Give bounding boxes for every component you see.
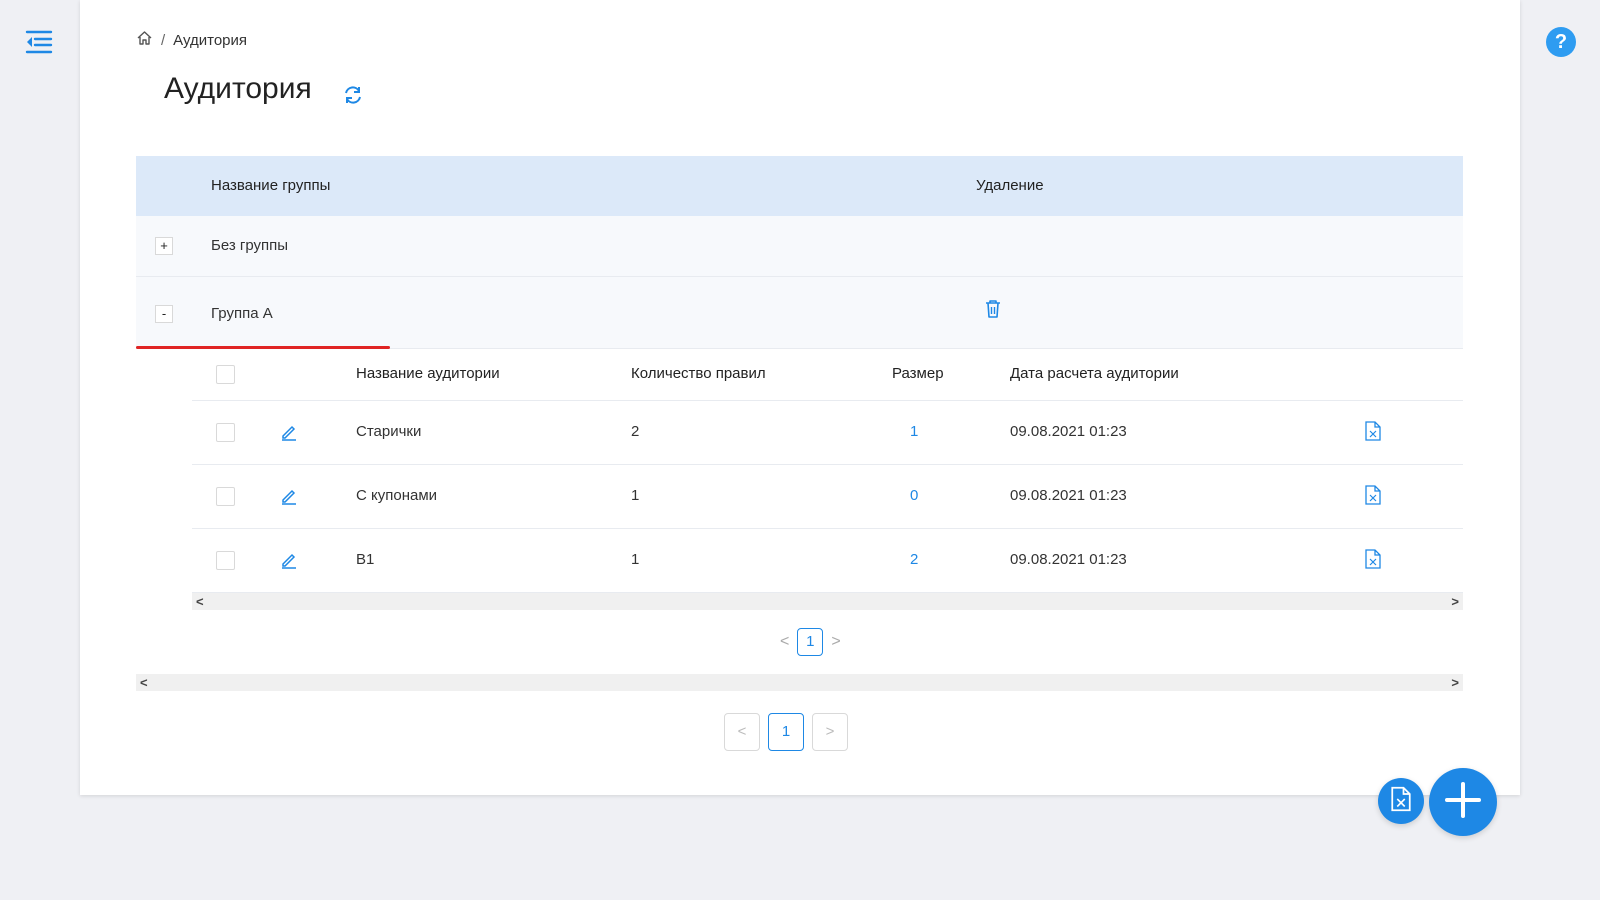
inner-page-1[interactable]: 1	[797, 628, 824, 656]
audiences-table: Название аудитории Количество правил Раз…	[192, 349, 1463, 672]
rules-count: 1	[631, 487, 640, 504]
scroll-right-arrow[interactable]: >	[1451, 674, 1459, 691]
header-calc-date: Дата расчета аудитории	[1010, 365, 1179, 382]
row-checkbox[interactable]	[216, 423, 235, 442]
group-name: Без группы	[211, 237, 289, 254]
rules-count: 1	[631, 551, 640, 568]
size-link[interactable]: 0	[910, 487, 918, 504]
edit-icon[interactable]	[280, 551, 298, 569]
refresh-icon[interactable]	[342, 84, 364, 106]
outer-horizontal-scrollbar[interactable]: < >	[136, 674, 1463, 691]
breadcrumb-separator: /	[161, 31, 166, 49]
groups-table-header: Название группы Удаление	[136, 156, 1463, 216]
rules-count: 2	[631, 423, 640, 440]
excel-file-icon[interactable]	[1365, 549, 1381, 569]
audience-name: Старички	[356, 423, 422, 440]
plus-icon	[1445, 781, 1481, 823]
edit-icon[interactable]	[280, 423, 298, 441]
outer-page-1[interactable]: 1	[768, 713, 804, 751]
header-group-name: Название группы	[211, 177, 331, 194]
main-card: / Аудитория Аудитория Название группы Уд…	[80, 0, 1520, 795]
collapse-button[interactable]: -	[155, 305, 173, 323]
inner-prev-page[interactable]: <	[780, 633, 789, 651]
calc-date: 09.08.2021 01:23	[1010, 423, 1127, 440]
select-all-checkbox[interactable]	[216, 365, 235, 384]
excel-file-icon	[1391, 786, 1411, 817]
breadcrumb-current: Аудитория	[173, 31, 248, 49]
excel-file-icon[interactable]	[1365, 485, 1381, 505]
inner-horizontal-scrollbar[interactable]: < >	[192, 593, 1463, 610]
audiences-table-header: Название аудитории Количество правил Раз…	[192, 349, 1463, 401]
group-row: + Без группы	[136, 216, 1463, 277]
expand-button[interactable]: +	[155, 237, 173, 255]
scroll-left-arrow[interactable]: <	[140, 674, 148, 691]
calc-date: 09.08.2021 01:23	[1010, 487, 1127, 504]
header-audience-name: Название аудитории	[356, 365, 500, 382]
header-delete: Удаление	[976, 177, 1044, 194]
export-excel-button[interactable]	[1378, 778, 1424, 824]
header-size: Размер	[892, 365, 944, 382]
groups-table: Название группы Удаление + Без группы - …	[136, 156, 1463, 691]
row-checkbox[interactable]	[216, 487, 235, 506]
outer-prev-page[interactable]: <	[724, 713, 760, 751]
trash-icon[interactable]	[984, 299, 1002, 319]
calc-date: 09.08.2021 01:23	[1010, 551, 1127, 568]
inner-next-page[interactable]: >	[831, 633, 840, 651]
row-checkbox[interactable]	[216, 551, 235, 570]
inner-pagination: < 1 >	[192, 610, 1463, 672]
audience-name: С купонами	[356, 487, 438, 504]
scroll-left-arrow[interactable]: <	[196, 593, 204, 610]
outer-next-page[interactable]: >	[812, 713, 848, 751]
group-name: Группа А	[211, 305, 273, 322]
menu-collapse-icon[interactable]	[24, 28, 54, 56]
edit-icon[interactable]	[280, 487, 298, 505]
breadcrumb: / Аудитория	[136, 30, 247, 50]
help-button[interactable]: ?	[1546, 27, 1576, 57]
table-row: С купонами 1 0 09.08.2021 01:23	[192, 465, 1463, 529]
header-rules-count: Количество правил	[631, 365, 766, 382]
home-icon[interactable]	[136, 30, 153, 50]
outer-pagination: < 1 >	[724, 713, 848, 751]
table-row: B1 1 2 09.08.2021 01:23	[192, 529, 1463, 593]
audience-name: B1	[356, 551, 375, 568]
add-audience-button[interactable]	[1429, 768, 1497, 836]
table-row: Старички 2 1 09.08.2021 01:23	[192, 401, 1463, 465]
size-link[interactable]: 2	[910, 551, 918, 568]
excel-file-icon[interactable]	[1365, 421, 1381, 441]
group-row: - Группа А	[136, 277, 1463, 349]
size-link[interactable]: 1	[910, 423, 918, 440]
scroll-right-arrow[interactable]: >	[1451, 593, 1459, 610]
page-title: Аудитория	[164, 72, 312, 105]
